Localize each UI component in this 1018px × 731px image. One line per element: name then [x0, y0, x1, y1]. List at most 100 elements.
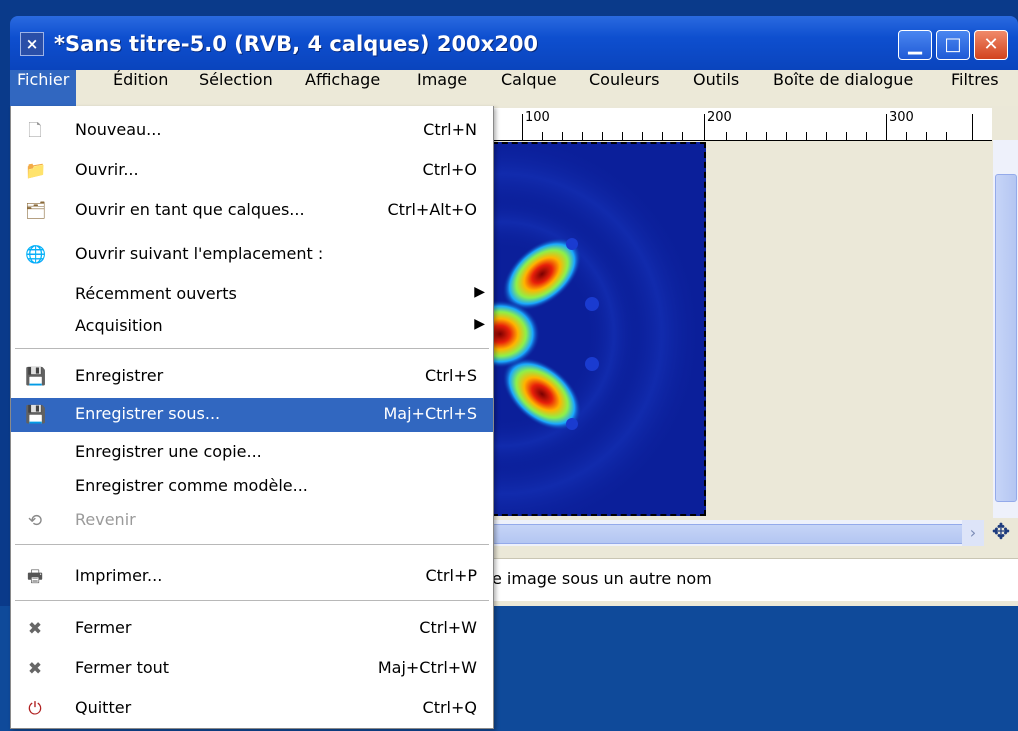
menu-outils[interactable]: Outils — [686, 70, 746, 106]
menu-item-shortcut: Maj+Ctrl+W — [377, 658, 477, 677]
maximize-button[interactable]: □ — [936, 30, 970, 60]
menu-item-label: Enregistrer — [75, 366, 164, 385]
quit-icon: ⏻ — [28, 699, 42, 719]
menu-item-shortcut: Ctrl+Q — [422, 698, 477, 717]
ruler-tick — [946, 132, 947, 140]
menu-couleurs[interactable]: Couleurs — [582, 70, 666, 106]
globe-icon: 🌐 — [25, 245, 47, 265]
window-title: *Sans titre-5.0 (RVB, 4 calques) 200x200 — [54, 32, 539, 56]
menu-edition[interactable]: Édition — [106, 70, 175, 106]
title-bar[interactable]: × *Sans titre-5.0 (RVB, 4 calques) 200x2… — [10, 16, 1018, 70]
menu-item-enregistrer-modele[interactable]: Enregistrer comme modèle... — [11, 470, 493, 504]
scroll-right-arrow-icon[interactable]: › — [962, 520, 984, 546]
menu-item-shortcut: Ctrl+O — [422, 160, 477, 179]
menu-item-label: Imprimer... — [75, 566, 163, 585]
ruler-tick — [806, 132, 807, 140]
menu-boite-de-dialogue[interactable]: Boîte de dialogue — [766, 70, 920, 106]
menu-item-label: Ouvrir en tant que calques... — [75, 200, 305, 219]
menu-item-recemment-ouverts[interactable]: Récemment ouverts ▶ — [11, 278, 493, 312]
close-button[interactable]: ✕ — [974, 30, 1008, 60]
horizontal-scrollbar[interactable] — [482, 520, 968, 546]
ruler-label: 100 — [525, 110, 550, 125]
menu-item-ouvrir-emplacement[interactable]: 🌐 Ouvrir suivant l'emplacement : — [11, 238, 493, 272]
ruler-tick — [906, 132, 907, 140]
menu-fichier[interactable]: Fichier — [10, 70, 77, 106]
file-menu: 🗋 Nouveau... Ctrl+N 📁 Ouvrir... Ctrl+O 🗂… — [10, 106, 494, 729]
vertical-scroll-thumb[interactable] — [995, 174, 1017, 502]
menu-item-label: Quitter — [75, 698, 132, 717]
maximize-icon: □ — [944, 34, 962, 55]
menu-item-label: Fermer tout — [75, 658, 170, 677]
menu-item-label: Récemment ouverts — [75, 284, 237, 303]
menu-item-enregistrer-copie[interactable]: Enregistrer une copie... — [11, 436, 493, 470]
menu-item-ouvrir-calques[interactable]: 🗂 Ouvrir en tant que calques... Ctrl+Alt… — [11, 194, 493, 228]
ruler-tick — [662, 132, 663, 140]
ruler-tick — [746, 132, 747, 140]
close-all-icon: ✖ — [27, 659, 43, 679]
horizontal-scroll-thumb[interactable] — [492, 524, 968, 544]
revert-icon: ⟲ — [27, 511, 43, 531]
minimize-button[interactable]: ▁ — [898, 30, 932, 60]
ruler-tick — [786, 132, 787, 140]
ruler-tick — [622, 132, 623, 140]
menu-item-shortcut: Ctrl+P — [425, 566, 477, 585]
ruler-tick — [766, 132, 767, 140]
menu-affichage[interactable]: Affichage — [298, 70, 387, 106]
ruler-tick — [846, 132, 847, 140]
image-canvas[interactable] — [482, 142, 706, 516]
ruler-tick — [866, 132, 867, 140]
menu-item-fermer[interactable]: ✖ Fermer Ctrl+W — [11, 612, 493, 646]
ruler-tick — [826, 132, 827, 140]
ruler-tick — [886, 114, 887, 140]
menu-image[interactable]: Image — [410, 70, 474, 106]
menu-item-enregistrer[interactable]: 💾 Enregistrer Ctrl+S — [11, 360, 493, 394]
menu-item-label: Enregistrer une copie... — [75, 442, 262, 461]
ruler-tick — [642, 132, 643, 140]
ruler-label: 200 — [707, 110, 732, 125]
save-as-icon: 💾 — [25, 405, 47, 425]
menu-item-imprimer[interactable]: 🖶 Imprimer... Ctrl+P — [11, 560, 493, 594]
ruler-tick — [562, 132, 563, 140]
menu-item-nouveau[interactable]: 🗋 Nouveau... Ctrl+N — [11, 114, 493, 148]
menu-selection[interactable]: Sélection — [192, 70, 280, 106]
menu-separator — [15, 348, 489, 352]
status-text: e image sous un autre nom — [492, 569, 712, 588]
menu-calque[interactable]: Calque — [494, 70, 564, 106]
horizontal-ruler[interactable]: 100 200 300 — [482, 108, 992, 141]
menu-item-shortcut: Ctrl+W — [419, 618, 477, 637]
menu-separator — [15, 544, 489, 548]
interference-pattern — [482, 144, 704, 514]
menu-item-label: Acquisition — [75, 316, 163, 335]
menu-item-label: Fermer — [75, 618, 132, 637]
menu-item-ouvrir[interactable]: 📁 Ouvrir... Ctrl+O — [11, 154, 493, 188]
status-bar: e image sous un autre nom — [482, 558, 1018, 601]
close-icon: ✖ — [27, 619, 43, 639]
close-window-icon: ✕ — [983, 34, 999, 55]
menu-item-quitter[interactable]: ⏻ Quitter Ctrl+Q — [11, 692, 493, 726]
menu-separator — [15, 600, 489, 604]
ruler-tick — [522, 114, 523, 140]
ruler-tick — [542, 132, 543, 140]
open-layers-icon: 🗂 — [25, 201, 47, 221]
save-icon: 💾 — [25, 367, 47, 387]
menu-item-shortcut: Ctrl+S — [424, 366, 477, 385]
menu-item-label: Enregistrer comme modèle... — [75, 476, 308, 495]
ruler-label: 300 — [889, 110, 914, 125]
ruler-tick — [926, 132, 927, 140]
menu-item-shortcut: Ctrl+N — [423, 120, 477, 139]
menu-item-shortcut: Maj+Ctrl+S — [383, 404, 478, 423]
menu-item-label: Enregistrer sous... — [75, 404, 221, 423]
submenu-arrow-icon: ▶ — [474, 316, 485, 332]
menu-item-fermer-tout[interactable]: ✖ Fermer tout Maj+Ctrl+W — [11, 652, 493, 686]
menu-item-label: Revenir — [75, 510, 136, 529]
ruler-tick — [726, 132, 727, 140]
navigate-icon[interactable]: ✥ — [984, 520, 1018, 546]
menu-item-enregistrer-sous[interactable]: 💾 Enregistrer sous... Maj+Ctrl+S — [11, 398, 493, 432]
menu-filtres[interactable]: Filtres — [944, 70, 1006, 106]
menu-item-label: Nouveau... — [75, 120, 162, 139]
ruler-tick — [602, 132, 603, 140]
app-icon[interactable]: × — [20, 32, 44, 56]
vertical-scrollbar[interactable] — [993, 140, 1018, 518]
printer-icon: 🖶 — [26, 567, 44, 587]
menu-item-acquisition[interactable]: Acquisition ▶ — [11, 310, 493, 344]
